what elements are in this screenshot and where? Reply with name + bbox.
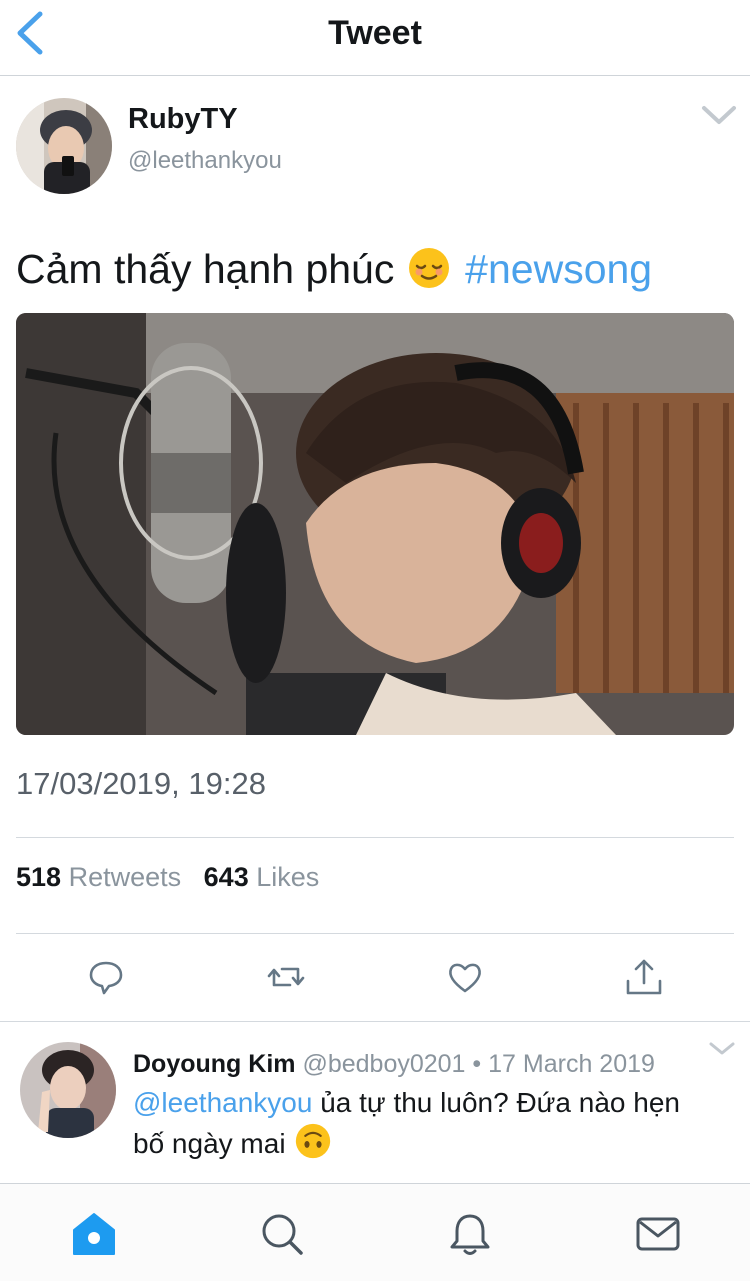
- retweets-count: 518: [16, 862, 62, 892]
- avatar[interactable]: [16, 98, 112, 194]
- search-icon[interactable]: [258, 1210, 306, 1258]
- likes-count: 643: [203, 862, 249, 892]
- reply-avatar[interactable]: [20, 1042, 116, 1138]
- retweet-icon[interactable]: [264, 955, 308, 999]
- reply-date: 17 March 2019: [488, 1050, 655, 1078]
- reply-separator: •: [472, 1050, 482, 1078]
- tweet-media-image[interactable]: [16, 313, 734, 735]
- bell-icon[interactable]: [446, 1210, 494, 1258]
- divider: [16, 933, 734, 934]
- hashtag-link[interactable]: #newsong: [465, 246, 652, 292]
- page-title: Tweet: [328, 14, 422, 52]
- reply-text-line-2: bố ngày mai: [133, 1123, 335, 1160]
- tweet-body-text: Cảm thấy hạnh phúc: [16, 246, 395, 292]
- author-handle[interactable]: @leethankyou: [128, 147, 282, 175]
- reply-text-part-2: bố ngày mai: [133, 1128, 286, 1159]
- divider: [16, 837, 734, 838]
- reply-icon[interactable]: [84, 955, 128, 999]
- retweets-label: Retweets: [68, 862, 182, 892]
- reply-header: Doyoung Kim @bedboy0201 • 17 March 2019: [133, 1050, 655, 1079]
- chevron-down-icon[interactable]: [700, 102, 738, 128]
- upside-down-face-emoji: [296, 1123, 331, 1159]
- divider: [0, 1021, 750, 1022]
- chevron-down-icon[interactable]: [708, 1040, 736, 1058]
- mail-icon[interactable]: [634, 1210, 682, 1258]
- tweet-stats: 518 Retweets 643 Likes: [16, 862, 319, 893]
- reply-text-part-1: ủa tự thu luôn? Đứa nào hẹn: [320, 1087, 680, 1118]
- reply-display-name[interactable]: Doyoung Kim: [133, 1050, 296, 1078]
- bottom-tab-bar: [0, 1183, 750, 1281]
- mention-link[interactable]: @leethankyou: [133, 1087, 312, 1118]
- tweet-timestamp: 17/03/2019, 19:28: [16, 766, 266, 801]
- relieved-face-emoji: [408, 248, 449, 288]
- likes-stat[interactable]: 643 Likes: [204, 862, 320, 892]
- home-icon[interactable]: [70, 1210, 118, 1258]
- reply-text-line-1: @leethankyou ủa tự thu luôn? Đứa nào hẹn: [133, 1087, 680, 1119]
- top-nav-bar: Tweet: [0, 0, 750, 76]
- heart-icon[interactable]: [443, 955, 487, 999]
- tweet-text: Cảm thấy hạnh phúc #newsong: [16, 246, 652, 293]
- reply-handle[interactable]: @bedboy0201: [302, 1050, 465, 1078]
- share-icon[interactable]: [622, 955, 666, 999]
- likes-label: Likes: [256, 862, 320, 892]
- retweets-stat[interactable]: 518 Retweets: [16, 862, 181, 892]
- author-display-name[interactable]: RubyTY: [128, 103, 238, 136]
